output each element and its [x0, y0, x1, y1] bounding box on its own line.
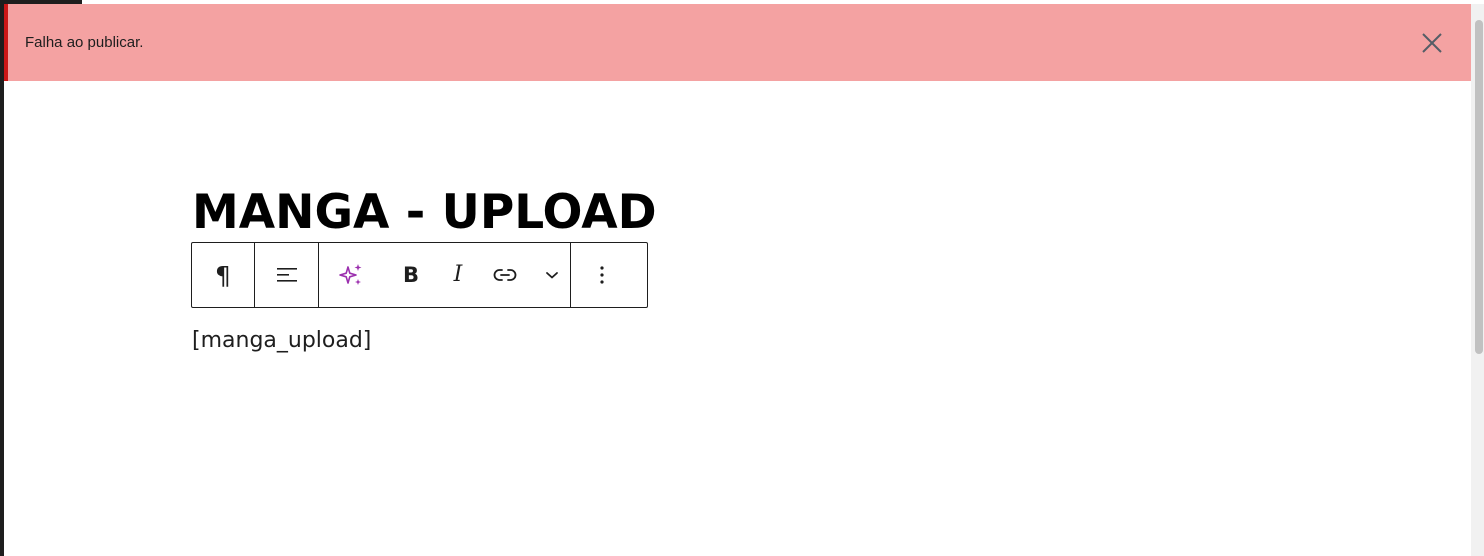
options-group: [571, 243, 633, 307]
notice-message: Falha ao publicar.: [25, 34, 144, 51]
notice-close-button[interactable]: [1417, 28, 1447, 58]
error-notice: Falha ao publicar.: [4, 4, 1471, 81]
more-formatting-button[interactable]: [533, 243, 570, 307]
link-icon: [493, 269, 517, 281]
window-left-edge: [0, 0, 4, 556]
bold-button[interactable]: B: [383, 243, 439, 307]
block-type-group: ¶: [192, 243, 255, 307]
formatting-group: B I: [319, 243, 571, 307]
chevron-down-icon: [545, 272, 558, 279]
align-button[interactable]: [255, 243, 318, 307]
post-title[interactable]: MANGA - UPLOAD: [192, 185, 657, 241]
align-left-icon: [276, 268, 297, 282]
alignment-group: [255, 243, 319, 307]
block-options-button[interactable]: [571, 243, 633, 307]
link-button[interactable]: [477, 243, 533, 307]
italic-icon: I: [453, 262, 463, 287]
block-type-button[interactable]: ¶: [192, 243, 254, 307]
more-options-icon: [600, 266, 604, 284]
close-icon: [1422, 33, 1442, 53]
ai-assistant-button[interactable]: [319, 243, 383, 307]
italic-button[interactable]: I: [439, 243, 477, 307]
bold-icon: B: [402, 262, 419, 287]
block-toolbar: ¶ B I: [191, 242, 648, 308]
paragraph-block[interactable]: [manga_upload]: [192, 327, 371, 355]
ai-sparkle-icon: [339, 264, 362, 285]
scrollbar-thumb[interactable]: [1475, 20, 1483, 354]
paragraph-icon: ¶: [215, 260, 231, 290]
